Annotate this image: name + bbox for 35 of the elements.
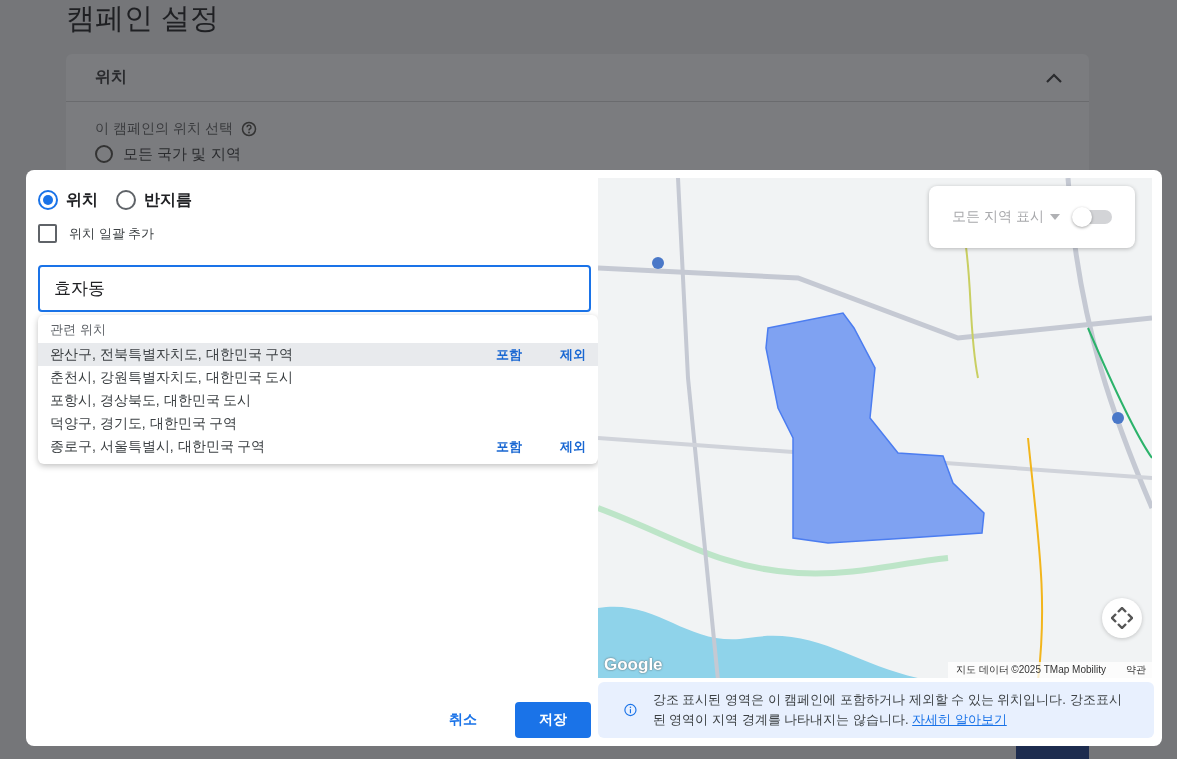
- bulk-add-option[interactable]: 위치 일괄 추가: [38, 224, 598, 243]
- option-label: 모든 국가 및 지역: [123, 145, 241, 163]
- action-link[interactable]: 포함: [496, 345, 522, 364]
- page-title: 캠페인 설정: [66, 1, 221, 36]
- action-link[interactable]: 제외: [560, 437, 586, 456]
- caret-icon: [1049, 214, 1060, 220]
- suggestion-item[interactable]: 포항시, 경상북도, 대한민국 도시: [50, 391, 586, 410]
- suggestion-item[interactable]: 종로구, 서울특별시, 대한민국 구역: [50, 437, 458, 456]
- search-field[interactable]: 효자동: [38, 265, 591, 312]
- suggestion-item[interactable]: 춘천시, 강원특별자치도, 대한민국 도시: [50, 368, 586, 387]
- location-prompt: 이 캠페인의 위치 선택: [95, 120, 233, 138]
- learn-more-link[interactable]: 자세히 알아보기: [912, 712, 1007, 728]
- checkbox[interactable]: [38, 224, 57, 243]
- info-text: 강조 표시된 영역은 이 캠페인에 포함하거나 제외할 수 있는 위치입니다. 강조표시된 영역이 지역 경계를 나타내지는 않습니다. 자세히 알아보기: [652, 691, 1123, 730]
- help-icon[interactable]: [240, 121, 257, 137]
- terms-link[interactable]: 약관: [1126, 663, 1146, 678]
- save-button[interactable]: 저장: [515, 702, 591, 738]
- action-link[interactable]: 포함: [496, 437, 522, 456]
- map-logo: Google: [604, 655, 663, 676]
- radio-button[interactable]: [38, 190, 58, 210]
- suggestion-item[interactable]: 완산구, 전북특별자치도, 대한민국 구역: [50, 345, 458, 364]
- mode-option[interactable]: 위치: [38, 189, 98, 211]
- suggestion-row[interactable]: 완산구, 전북특별자치도, 대한민국 구역 포함 제외: [38, 343, 598, 366]
- chevron-icon[interactable]: [1045, 71, 1063, 84]
- move-icon: [1111, 607, 1133, 630]
- cancel-button[interactable]: 취소: [425, 702, 501, 738]
- card-title: 위치: [95, 67, 127, 87]
- action-link[interactable]: 제외: [560, 345, 586, 364]
- suggestion-item[interactable]: 덕양구, 경기도, 대한민국 구역: [50, 414, 586, 433]
- dropdown-heading: 관련 위치: [49, 321, 107, 339]
- radio-button[interactable]: [95, 145, 113, 163]
- radio-button[interactable]: [116, 190, 136, 210]
- map-attribution: 지도 데이터 ©2025 TMap Mobility: [955, 663, 1106, 678]
- mode-option[interactable]: 반지름: [116, 189, 192, 211]
- toggle-switch[interactable]: [1073, 210, 1112, 224]
